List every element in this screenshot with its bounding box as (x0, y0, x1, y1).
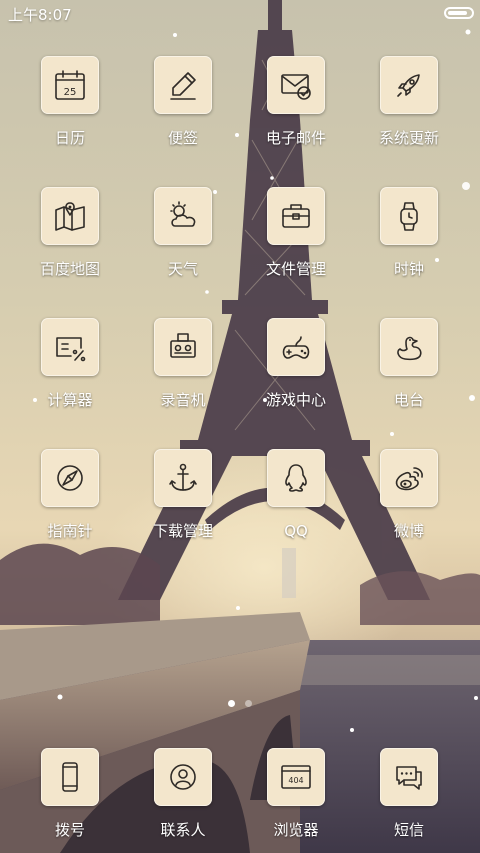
app-label: 日历 (54, 129, 85, 147)
app-game-center[interactable]: 游戏中心 (246, 318, 346, 428)
app-compass[interactable]: 指南针 (20, 449, 120, 559)
app-label: 计算器 (47, 391, 93, 409)
recorder-icon (154, 318, 212, 376)
calculator-icon (41, 318, 99, 376)
map-icon (41, 187, 99, 245)
app-label: 便签 (167, 129, 198, 147)
page-dot[interactable] (245, 700, 252, 707)
app-baidu-map[interactable]: 百度地图 (20, 187, 120, 297)
phone-icon (41, 748, 99, 806)
duck-icon (380, 318, 438, 376)
browser-badge-text: 404 (288, 776, 303, 785)
dock-contacts[interactable]: 联系人 (133, 748, 233, 853)
page-dot[interactable] (228, 700, 235, 707)
dock-dialer[interactable]: 拨号 (20, 748, 120, 853)
home-screen: 上午8:07 25 日历 便签 电子邮件 系统更新 百度地图 天气 文件管理 时… (0, 0, 480, 853)
battery-icon (444, 7, 474, 19)
mail-icon (267, 56, 325, 114)
qq-penguin-icon (267, 449, 325, 507)
app-qq[interactable]: QQ (246, 449, 346, 559)
app-label: 天气 (167, 260, 198, 278)
app-label: 时钟 (393, 260, 424, 278)
pen-icon (154, 56, 212, 114)
chat-bubble-icon (380, 748, 438, 806)
weather-icon (154, 187, 212, 245)
briefcase-icon (267, 187, 325, 245)
app-system-update[interactable]: 系统更新 (359, 56, 459, 166)
page-indicator (0, 700, 480, 712)
gamepad-icon (267, 318, 325, 376)
app-weather[interactable]: 天气 (133, 187, 233, 297)
app-label: 微博 (393, 522, 424, 540)
status-time: 上午8:07 (8, 6, 72, 24)
app-label: 百度地图 (39, 260, 100, 278)
app-file-manager[interactable]: 文件管理 (246, 187, 346, 297)
dock-browser[interactable]: 404 浏览器 (246, 748, 346, 853)
calendar-icon: 25 (41, 56, 99, 114)
weibo-icon (380, 449, 438, 507)
app-notes[interactable]: 便签 (133, 56, 233, 166)
compass-icon (41, 449, 99, 507)
app-label: 文件管理 (265, 260, 326, 278)
app-label: 游戏中心 (265, 391, 326, 409)
rocket-icon (380, 56, 438, 114)
calendar-day: 25 (64, 87, 77, 98)
app-label: 拨号 (54, 821, 85, 839)
app-label: 浏览器 (273, 821, 319, 839)
app-calendar[interactable]: 25 日历 (20, 56, 120, 166)
app-label: QQ (284, 522, 308, 540)
dock-messages[interactable]: 短信 (359, 748, 459, 853)
app-radio[interactable]: 电台 (359, 318, 459, 428)
app-label: 短信 (393, 821, 424, 839)
app-label: 电台 (393, 391, 424, 409)
status-bar: 上午8:07 (0, 0, 480, 28)
anchor-icon (154, 449, 212, 507)
app-label: 指南针 (47, 522, 93, 540)
app-label: 录音机 (160, 391, 206, 409)
app-email[interactable]: 电子邮件 (246, 56, 346, 166)
app-weibo[interactable]: 微博 (359, 449, 459, 559)
watch-icon (380, 187, 438, 245)
app-label: 联系人 (160, 821, 206, 839)
app-label: 下载管理 (152, 522, 213, 540)
contact-icon (154, 748, 212, 806)
app-label: 系统更新 (378, 129, 439, 147)
app-calculator[interactable]: 计算器 (20, 318, 120, 428)
app-clock[interactable]: 时钟 (359, 187, 459, 297)
app-download-manager[interactable]: 下载管理 (133, 449, 233, 559)
browser-icon: 404 (267, 748, 325, 806)
app-recorder[interactable]: 录音机 (133, 318, 233, 428)
app-label: 电子邮件 (265, 129, 326, 147)
